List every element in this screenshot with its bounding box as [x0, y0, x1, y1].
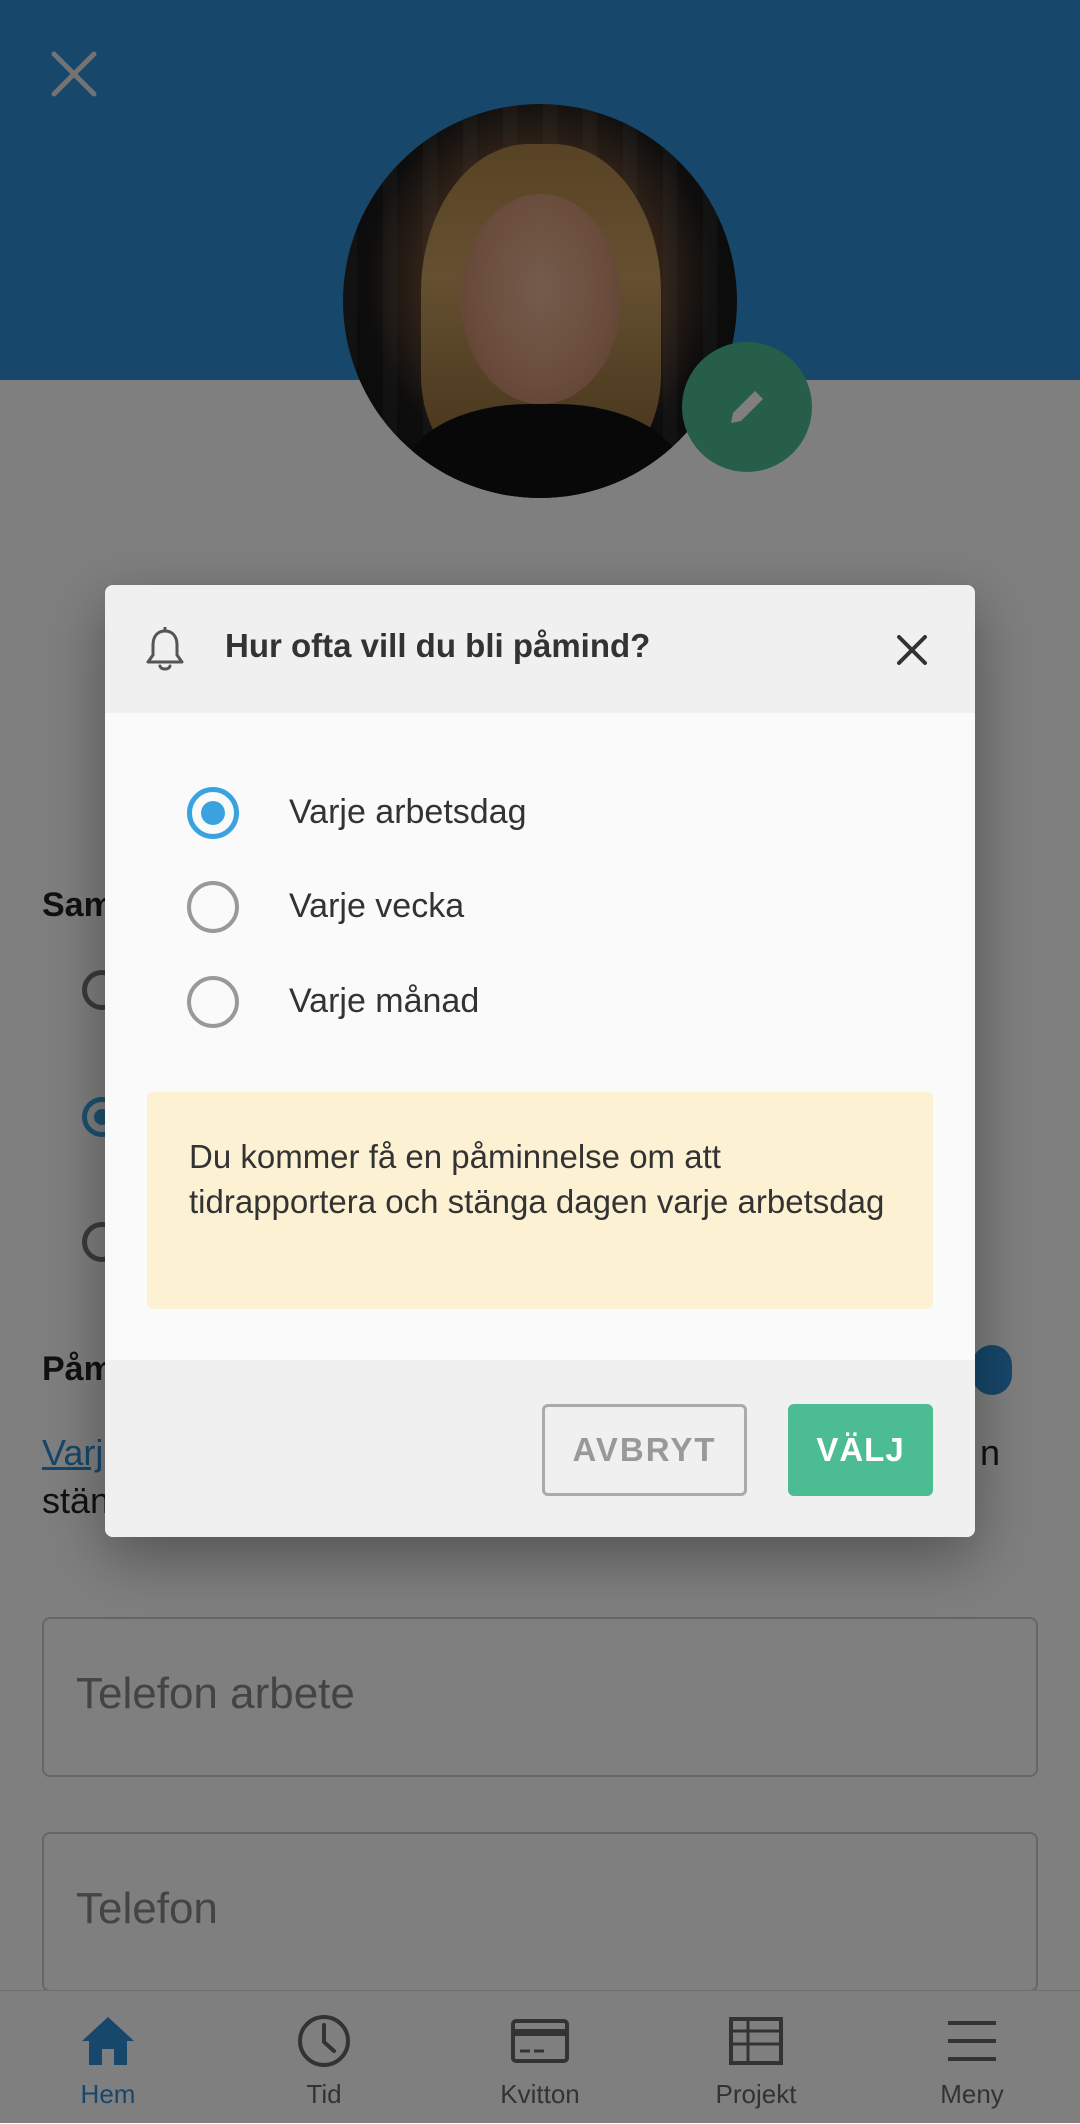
option-label: Varje månad	[289, 982, 480, 1020]
option-label: Varje vecka	[289, 887, 465, 925]
cancel-button[interactable]: AVBRYT	[542, 1404, 747, 1496]
option-varje-vecka[interactable]: Varje vecka	[187, 877, 887, 937]
option-varje-manad[interactable]: Varje månad	[187, 972, 887, 1032]
dialog-footer: AVBRYT VÄLJ	[105, 1360, 975, 1537]
radio[interactable]	[187, 881, 239, 933]
info-box: Du kommer få en påminnelse om att tidrap…	[147, 1092, 933, 1309]
dialog-header: Hur ofta vill du bli påmind?	[105, 585, 975, 713]
close-icon[interactable]	[895, 633, 929, 667]
info-text: Du kommer få en påminnelse om att tidrap…	[189, 1138, 885, 1220]
dialog-title: Hur ofta vill du bli påmind?	[225, 627, 651, 664]
bell-icon	[146, 627, 184, 671]
option-label: Varje arbetsdag	[289, 793, 527, 831]
reminder-frequency-dialog: Hur ofta vill du bli påmind? Varje arbet…	[105, 585, 975, 1537]
option-varje-arbetsdag[interactable]: Varje arbetsdag	[187, 783, 887, 843]
radio-selected[interactable]	[187, 787, 239, 839]
radio[interactable]	[187, 976, 239, 1028]
confirm-button[interactable]: VÄLJ	[788, 1404, 933, 1496]
